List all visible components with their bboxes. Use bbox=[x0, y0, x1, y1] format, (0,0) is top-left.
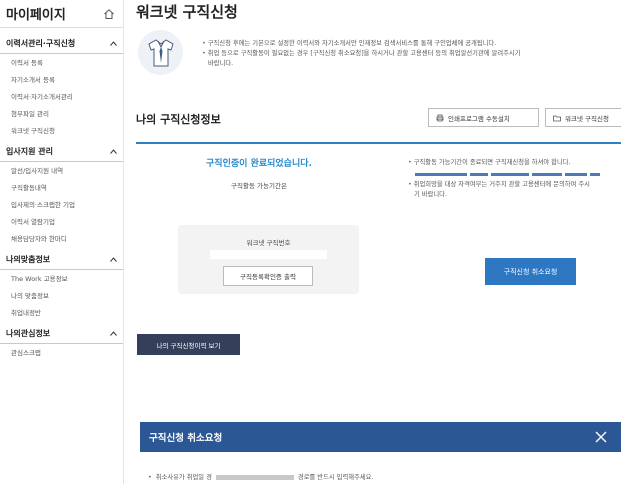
sidebar-header: 마이페이지 bbox=[0, 0, 123, 28]
sidebar-title: 마이페이지 bbox=[6, 8, 66, 23]
shirt-illustration bbox=[138, 30, 183, 75]
sidebar-item[interactable]: 취업내정반 bbox=[0, 304, 123, 321]
sidebar-category-label: 나의맞춤정보 bbox=[6, 255, 51, 264]
sidebar-category-label: 이력서관리·구직신청 bbox=[6, 39, 76, 48]
sidebar-item[interactable]: 관심스크랩 bbox=[0, 344, 123, 361]
section-title: 나의 구직신청정보 bbox=[136, 113, 221, 126]
sidebar-section-resume: 이력서관리·구직신청 이력서 등록 자기소개서 등록 이력서·자기소개서관리 첨… bbox=[0, 34, 123, 139]
modal-line-start: 취소사유가 취업일 경 bbox=[155, 474, 212, 481]
modal-body: • 취소사유가 취업일 경 경로를 반드시 입력해주세요. bbox=[140, 452, 621, 484]
sidebar-item[interactable]: 이력서 열람기업 bbox=[0, 213, 123, 230]
sidebar-item[interactable]: 첨부파일 관리 bbox=[0, 105, 123, 122]
sidebar-item[interactable]: 알선/입사지원 내역 bbox=[0, 162, 123, 179]
notice-line-1: 구직신청 후에는 기본으로 설정한 이력서와 자기소개서만 인재정보 검색서비스… bbox=[207, 40, 497, 47]
sidebar-category[interactable]: 입사지원 관리 bbox=[0, 142, 123, 162]
period-label: 구직활동 가능기간은 bbox=[231, 182, 287, 190]
application-history-button[interactable]: 나의 구직신청이력 보기 bbox=[137, 334, 240, 355]
modal-header: 구직신청 취소요청 bbox=[140, 422, 621, 452]
sidebar-category[interactable]: 이력서관리·구직신청 bbox=[0, 34, 123, 54]
sidebar-category-label: 입사지원 관리 bbox=[6, 147, 53, 156]
print-program-install-button[interactable]: 인쇄프로그램 수동설치 bbox=[428, 108, 539, 127]
right-note-2: 취업희망을 대상 자격여부는 거주지 관할 고용센터에 문의하여 주시 bbox=[413, 181, 590, 188]
chevron-up-icon bbox=[110, 41, 117, 46]
sidebar-category[interactable]: 나의맞춤정보 bbox=[0, 250, 123, 270]
sidebar-category[interactable]: 나의관심정보 bbox=[0, 324, 123, 344]
sidebar-item[interactable]: 워크넷 구직신청 bbox=[0, 122, 123, 139]
worknet-apply-button[interactable]: 워크넷 구직신청 bbox=[545, 108, 621, 127]
chevron-up-icon bbox=[110, 149, 117, 154]
status-title: 구직인증이 완료되었습니다. bbox=[206, 159, 312, 169]
modal-line-end: 경로를 반드시 입력해주세요. bbox=[297, 474, 374, 481]
page-title: 워크넷 구직신청 bbox=[136, 3, 238, 21]
print-program-install-label: 인쇄프로그램 수동설치 bbox=[448, 114, 510, 123]
notice-text: • 구직신청 후에는 기본으로 설정한 이력서와 자기소개서만 인재정보 검색서비… bbox=[202, 40, 521, 67]
sidebar-item[interactable]: 자기소개서 등록 bbox=[0, 71, 123, 88]
sidebar-category-label: 나의관심정보 bbox=[6, 329, 51, 338]
right-note-3: 기 바랍니다. bbox=[414, 191, 447, 198]
folder-icon bbox=[553, 115, 561, 121]
printer-icon bbox=[436, 114, 444, 121]
sidebar-item[interactable]: 나의 맞춤정보 bbox=[0, 287, 123, 304]
sidebar-section-apply: 입사지원 관리 알선/입사지원 내역 구직활동내역 입사제의·스크랩한 기업 이… bbox=[0, 142, 123, 247]
sidebar: 마이페이지 이력서관리·구직신청 이력서 등록 자기소개서 등록 이력서·자기소… bbox=[0, 0, 124, 484]
home-icon[interactable] bbox=[103, 8, 115, 20]
worknet-number-value bbox=[210, 250, 327, 259]
modal-title: 구직신청 취소요청 bbox=[149, 433, 223, 444]
cancel-request-button[interactable]: 구직신청 취소요청 bbox=[485, 258, 576, 285]
section-divider bbox=[136, 142, 621, 144]
right-note-1: 구직활동 가능기간이 종료되면 구직재신청을 하셔야 합니다. bbox=[413, 159, 571, 166]
blurred-link-text bbox=[415, 170, 611, 178]
close-icon[interactable] bbox=[595, 431, 607, 443]
chevron-up-icon bbox=[110, 331, 117, 336]
sidebar-item[interactable]: 이력서·자기소개서관리 bbox=[0, 88, 123, 105]
sidebar-item[interactable]: 채용담당자와 한마디 bbox=[0, 230, 123, 247]
chevron-up-icon bbox=[110, 257, 117, 262]
sidebar-item[interactable]: 이력서 등록 bbox=[0, 54, 123, 71]
notice-line-3: 바랍니다. bbox=[208, 60, 234, 67]
modal-instruction: • 취소사유가 취업일 경 경로를 반드시 입력해주세요. bbox=[148, 474, 374, 481]
notice-line-2: 취업 등으로 구직활동이 필요없는 경우 [구직신청 취소요청]을 하시거나 관… bbox=[207, 50, 521, 57]
print-certificate-button[interactable]: 구직등록확인증 출력 bbox=[223, 266, 313, 286]
sidebar-item[interactable]: 입사제의·스크랩한 기업 bbox=[0, 196, 123, 213]
notice-box: • 구직신청 후에는 기본으로 설정한 이력서와 자기소개서만 인재정보 검색서비… bbox=[136, 28, 621, 90]
sidebar-item[interactable]: The Work 고용정보 bbox=[0, 270, 123, 287]
right-notes: • 구직활동 가능기간이 종료되면 구직재신청을 하셔야 합니다. • 취업희망을 … bbox=[408, 158, 621, 200]
sidebar-item[interactable]: 구직활동내역 bbox=[0, 179, 123, 196]
sidebar-section-interest: 나의관심정보 관심스크랩 bbox=[0, 324, 123, 361]
sidebar-section-custom: 나의맞춤정보 The Work 고용정보 나의 맞춤정보 취업내정반 bbox=[0, 250, 123, 321]
shirt-icon bbox=[147, 38, 174, 66]
worknet-apply-label: 워크넷 구직신청 bbox=[565, 114, 609, 123]
worknet-number-box: 워크넷 구직번호 구직등록확인증 출력 bbox=[178, 225, 359, 294]
worknet-number-label: 워크넷 구직번호 bbox=[246, 239, 291, 247]
blurred-text bbox=[215, 474, 294, 480]
